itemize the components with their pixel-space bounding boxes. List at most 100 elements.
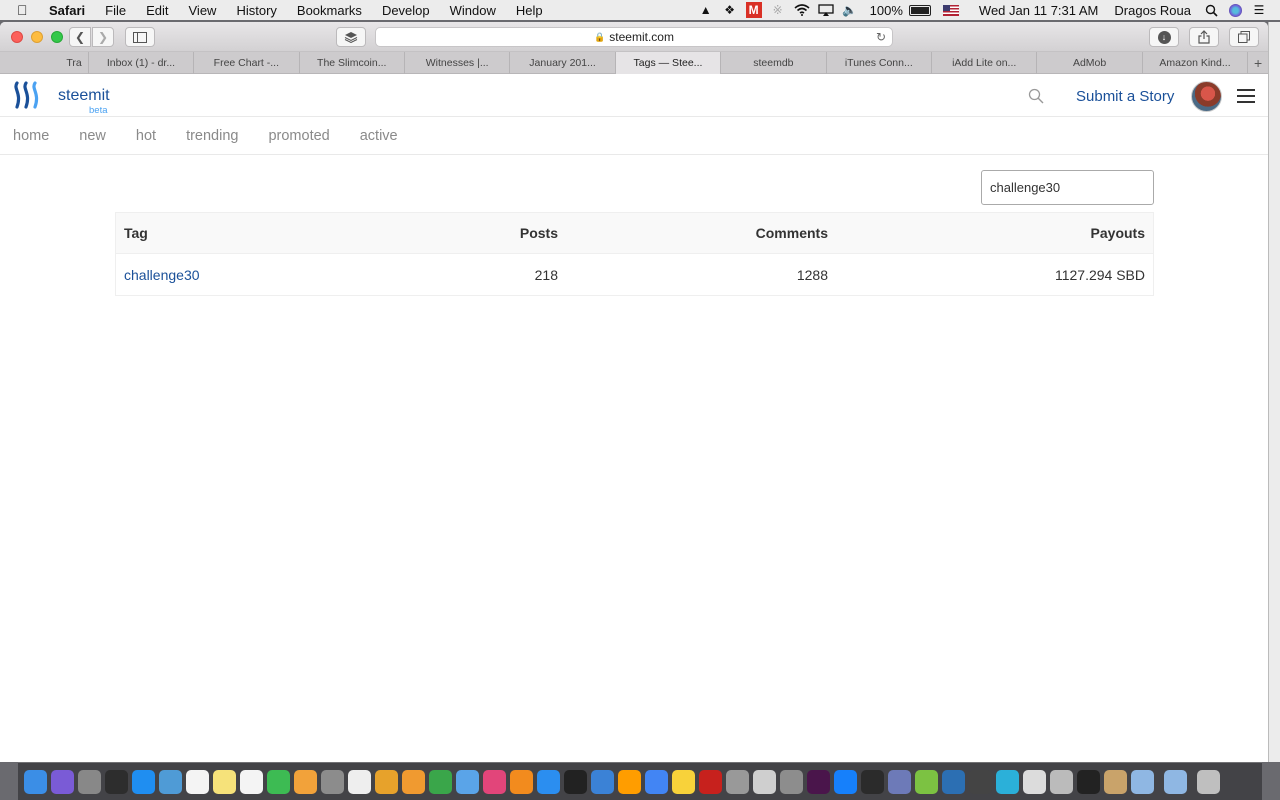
nav-hot[interactable]: hot: [136, 128, 156, 144]
nav-trending[interactable]: trending: [186, 128, 238, 144]
tab-6-active[interactable]: Tags — Stee...: [615, 52, 722, 74]
filezilla-icon[interactable]: [699, 769, 722, 794]
wifi-icon[interactable]: [791, 2, 813, 18]
minimize-window-button[interactable]: [31, 30, 43, 43]
submit-story-link[interactable]: Submit a Story: [1076, 88, 1174, 105]
brand-name[interactable]: steemit: [58, 87, 110, 105]
keynote-remote-icon[interactable]: [456, 769, 479, 794]
reminders-icon[interactable]: [240, 769, 263, 794]
tab-0[interactable]: Tra: [0, 52, 89, 74]
notebook-icon[interactable]: [1104, 769, 1127, 794]
tag-filter-input[interactable]: challenge30: [981, 170, 1154, 205]
siri-icon[interactable]: [51, 769, 74, 794]
dvd-player-icon[interactable]: [726, 769, 749, 794]
hamburger-menu-icon[interactable]: [1237, 89, 1255, 103]
preview-icon[interactable]: [159, 769, 182, 794]
user-avatar[interactable]: [1191, 81, 1222, 112]
battery-icon[interactable]: [908, 4, 931, 16]
cyberduck-icon[interactable]: [672, 769, 695, 794]
background-window-edge[interactable]: [1268, 22, 1280, 762]
column-header-posts[interactable]: Posts: [486, 225, 558, 241]
tab-7[interactable]: steemdb: [721, 52, 827, 74]
chrome-icon[interactable]: [645, 769, 668, 794]
menubar-clock[interactable]: Wed Jan 11 7:31 AM: [979, 3, 1098, 18]
facetime-icon[interactable]: [267, 769, 290, 794]
apple-menu-icon[interactable]: : [17, 2, 35, 18]
menu-history[interactable]: History: [236, 3, 276, 18]
column-header-tag[interactable]: Tag: [116, 225, 486, 241]
menubar-user-name[interactable]: Dragos Roua: [1114, 3, 1191, 18]
menu-edit[interactable]: Edit: [146, 3, 168, 18]
google-drive-icon[interactable]: ▲: [695, 2, 717, 18]
money-icon[interactable]: [915, 769, 938, 794]
jx-icon[interactable]: [969, 769, 992, 794]
dropbox-icon[interactable]: ❖: [719, 2, 741, 18]
menu-app-name[interactable]: Safari: [49, 3, 85, 18]
bluetooth-icon[interactable]: ※: [767, 2, 789, 18]
tab-9[interactable]: iAdd Lite on...: [932, 52, 1038, 74]
safari-icon[interactable]: [132, 769, 155, 794]
ethereum-icon[interactable]: [888, 769, 911, 794]
app-store-icon[interactable]: [537, 769, 560, 794]
search-icon[interactable]: [1028, 88, 1044, 104]
system-preferences-icon[interactable]: [321, 769, 344, 794]
siri-icon[interactable]: [1224, 2, 1246, 18]
menu-file[interactable]: File: [105, 3, 126, 18]
tab-11[interactable]: Amazon Kind...: [1143, 52, 1249, 74]
notes-icon[interactable]: [213, 769, 236, 794]
textedit-icon[interactable]: [348, 769, 371, 794]
menu-help[interactable]: Help: [516, 3, 543, 18]
stack-tabs-button[interactable]: [336, 27, 366, 47]
menu-bookmarks[interactable]: Bookmarks: [297, 3, 362, 18]
steemit-logo-icon[interactable]: [13, 81, 43, 109]
show-all-tabs-button[interactable]: [1229, 27, 1259, 47]
sidebar-toggle-button[interactable]: [125, 27, 155, 47]
downloads-icon[interactable]: [1131, 769, 1154, 794]
sublime-icon[interactable]: [618, 769, 641, 794]
menu-window[interactable]: Window: [450, 3, 496, 18]
xcode-icon[interactable]: [591, 769, 614, 794]
calendar-icon[interactable]: [186, 769, 209, 794]
tab-1[interactable]: Inbox (1) - dr...: [89, 52, 195, 74]
spotlight-search-icon[interactable]: [1200, 2, 1222, 18]
forward-button[interactable]: ❯: [92, 27, 114, 47]
tab-10[interactable]: AdMob: [1037, 52, 1143, 74]
image-capture-icon[interactable]: [753, 769, 776, 794]
zoom-window-button[interactable]: [51, 30, 63, 43]
menu-view[interactable]: View: [189, 3, 217, 18]
volume-icon[interactable]: 🔈: [839, 2, 861, 18]
numbers-icon[interactable]: [429, 769, 452, 794]
keynote-icon[interactable]: [375, 769, 398, 794]
tab-2[interactable]: Free Chart -...: [194, 52, 300, 74]
nav-new[interactable]: new: [79, 128, 106, 144]
address-bar[interactable]: 🔒 steemit.com ↻: [375, 27, 893, 47]
column-header-comments[interactable]: Comments: [558, 225, 828, 241]
finder-icon[interactable]: [24, 769, 47, 794]
kindle-icon[interactable]: [861, 769, 884, 794]
documents-icon[interactable]: [1164, 769, 1187, 794]
nav-active[interactable]: active: [360, 128, 398, 144]
itunes-icon[interactable]: [483, 769, 506, 794]
close-window-button[interactable]: [11, 30, 23, 43]
column-header-payouts[interactable]: Payouts: [828, 225, 1145, 241]
ibooks-icon[interactable]: [510, 769, 533, 794]
pages-icon[interactable]: [402, 769, 425, 794]
nav-home[interactable]: home: [13, 128, 49, 144]
airplay-icon[interactable]: [815, 2, 837, 18]
helix-icon[interactable]: [1023, 769, 1046, 794]
tag-link[interactable]: challenge30: [124, 267, 200, 283]
gmail-icon[interactable]: M: [745, 2, 762, 18]
share-button[interactable]: [1189, 27, 1219, 47]
menu-develop[interactable]: Develop: [382, 3, 430, 18]
back-button[interactable]: ❮: [69, 27, 91, 47]
nav-promoted[interactable]: promoted: [268, 128, 329, 144]
tab-3[interactable]: The Slimcoin...: [300, 52, 405, 74]
input-source-flag-icon[interactable]: [942, 4, 959, 16]
launchpad-icon[interactable]: [78, 769, 101, 794]
vectornator-icon[interactable]: [996, 769, 1019, 794]
tab-4[interactable]: Witnesses |...: [405, 52, 511, 74]
notification-center-icon[interactable]: ☰: [1248, 2, 1270, 18]
console-icon[interactable]: [1077, 769, 1100, 794]
tab-5[interactable]: January 201...: [510, 52, 616, 74]
mission-control-icon[interactable]: [105, 769, 128, 794]
